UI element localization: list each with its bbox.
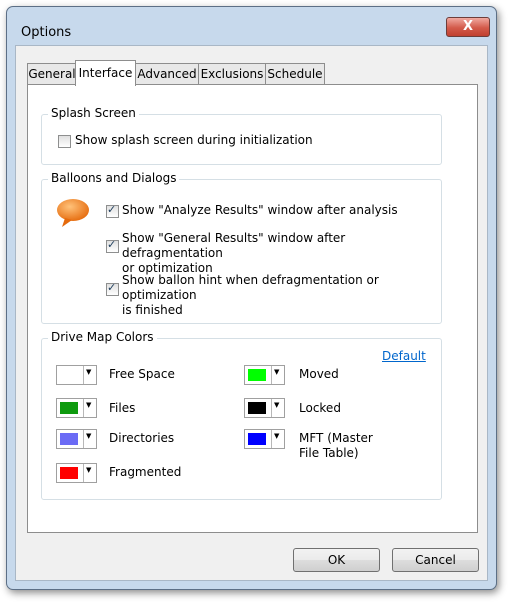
- balloons-dialogs-group: Balloons and Dialogs ✓ Show "Analyze Res…: [41, 171, 442, 324]
- general-results-checkbox[interactable]: ✓: [106, 238, 119, 253]
- mft-color-picker[interactable]: ▼: [244, 429, 285, 449]
- files-label: Files: [109, 401, 135, 416]
- tab-label: Interface: [78, 66, 133, 80]
- cancel-button[interactable]: Cancel: [392, 548, 479, 572]
- label-line: File Table): [299, 446, 359, 460]
- tab-exclusions[interactable]: Exclusions: [198, 63, 266, 85]
- window-title: Options: [21, 25, 72, 40]
- ok-button[interactable]: OK: [293, 548, 380, 572]
- color-fill: [60, 467, 78, 479]
- dropdown-arrow-icon: ▼: [274, 368, 280, 376]
- group-title: Splash Screen: [48, 106, 139, 120]
- button-label: OK: [327, 553, 346, 567]
- general-results-label: Show "General Results" window after defr…: [122, 231, 441, 276]
- tab-advanced[interactable]: Advanced: [135, 63, 199, 85]
- speech-balloon-icon: [57, 199, 89, 227]
- color-fill: [248, 369, 266, 381]
- tab-label: General: [28, 67, 76, 81]
- tab-interface[interactable]: Interface: [75, 60, 136, 86]
- locked-label: Locked: [299, 401, 341, 416]
- dropdown-arrow-icon: ▼: [86, 466, 92, 474]
- group-title: Drive Map Colors: [48, 330, 157, 344]
- checkmark-icon: ✓: [107, 238, 117, 251]
- label-line: Free Space: [109, 367, 175, 381]
- options-dialog: Options X General Interface Advanced Exc…: [6, 6, 497, 590]
- label-line: Fragmented: [109, 465, 182, 479]
- mft-label: MFT (Master File Table): [299, 431, 373, 461]
- fragmented-label: Fragmented: [109, 465, 181, 480]
- color-fill: [60, 402, 78, 414]
- ballon-hint-checkbox[interactable]: ✓: [106, 281, 119, 296]
- tab-label: Advanced: [137, 67, 197, 81]
- label-line: Locked: [299, 401, 341, 415]
- checkmark-icon: ✓: [107, 203, 117, 216]
- color-fill: [60, 433, 78, 445]
- free-space-color-picker[interactable]: ▼: [56, 365, 97, 385]
- label-line: Directories: [109, 431, 175, 445]
- label-line: Moved: [299, 367, 339, 381]
- tab-general[interactable]: General: [27, 63, 77, 85]
- button-label: Cancel: [415, 553, 456, 567]
- show-splash-checkbox[interactable]: [58, 135, 71, 148]
- files-color-picker[interactable]: ▼: [56, 398, 97, 418]
- label-line: is finished: [122, 303, 183, 317]
- label-line: Show "General Results" window after defr…: [122, 231, 346, 260]
- directories-label: Directories: [109, 431, 174, 446]
- tab-label: Schedule: [267, 67, 323, 81]
- ballon-hint-label: Show ballon hint when defragmentation or…: [122, 273, 441, 318]
- interface-tab-panel: Splash Screen Show splash screen during …: [27, 84, 478, 533]
- dropdown-arrow-icon: ▼: [86, 368, 92, 376]
- label-line: Show ballon hint when defragmentation or…: [122, 273, 379, 302]
- tab-schedule[interactable]: Schedule: [265, 63, 325, 85]
- dropdown-arrow-icon: ▼: [86, 401, 92, 409]
- moved-color-picker[interactable]: ▼: [244, 365, 285, 385]
- color-fill: [60, 369, 78, 381]
- dropdown-arrow-icon: ▼: [86, 432, 92, 440]
- close-button[interactable]: X: [446, 17, 490, 37]
- checkmark-icon: ✓: [107, 281, 117, 294]
- free-space-label: Free Space: [109, 367, 175, 382]
- directories-color-picker[interactable]: ▼: [56, 429, 97, 449]
- dropdown-arrow-icon: ▼: [274, 432, 280, 440]
- label-line: Show "Analyze Results" window after anal…: [122, 203, 398, 217]
- group-title: Balloons and Dialogs: [48, 171, 180, 185]
- fragmented-color-picker[interactable]: ▼: [56, 463, 97, 483]
- drive-map-colors-group: Drive Map Colors Default ▼ Free Space ▼ …: [41, 330, 442, 500]
- show-splash-label: Show splash screen during initialization: [75, 133, 313, 147]
- default-colors-link[interactable]: Default: [382, 349, 426, 363]
- analyze-results-label: Show "Analyze Results" window after anal…: [122, 203, 398, 218]
- color-fill: [248, 402, 266, 414]
- moved-label: Moved: [299, 367, 339, 382]
- title-bar: Options X: [7, 7, 496, 43]
- tab-label: Exclusions: [200, 67, 264, 81]
- analyze-results-checkbox[interactable]: ✓: [106, 203, 119, 218]
- label-line: MFT (Master: [299, 431, 373, 445]
- splash-screen-group: Splash Screen Show splash screen during …: [41, 106, 442, 165]
- close-icon: X: [462, 19, 474, 34]
- color-fill: [248, 433, 266, 445]
- locked-color-picker[interactable]: ▼: [244, 398, 285, 418]
- dialog-body: General Interface Advanced Exclusions Sc…: [15, 45, 488, 581]
- label-line: Files: [109, 401, 136, 415]
- dropdown-arrow-icon: ▼: [274, 401, 280, 409]
